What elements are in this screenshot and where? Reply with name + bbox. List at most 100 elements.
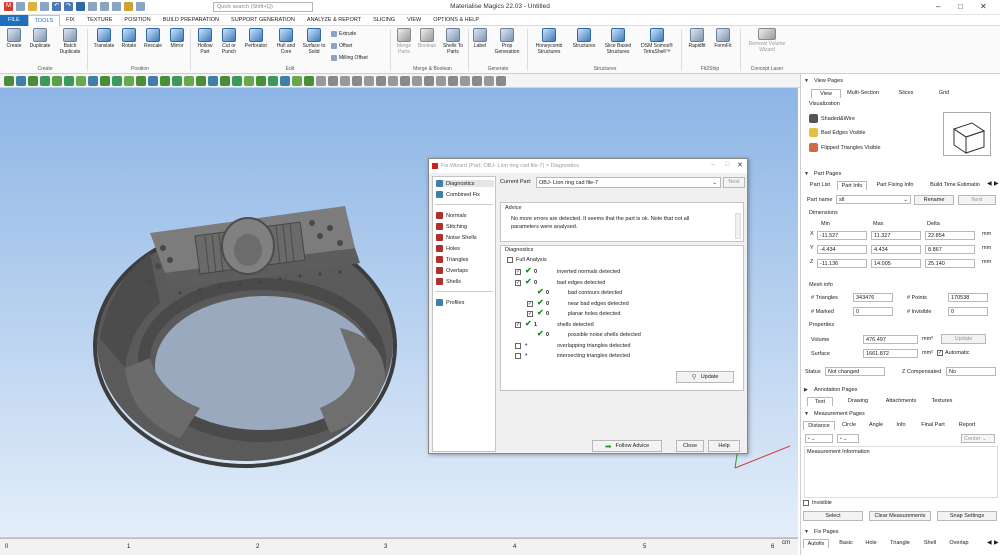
tab-text[interactable]: Text <box>807 397 833 406</box>
vis-bad-edges[interactable]: Bad Edges Visible <box>809 128 866 137</box>
current-part-select[interactable]: OBJ- Lion ring cad file-7 ⌄ <box>536 177 721 188</box>
menu-support-generation[interactable]: SUPPORT GENERATION <box>225 15 301 26</box>
diagnostic-checkbox[interactable] <box>515 342 521 349</box>
mark-shell-icon[interactable] <box>64 75 74 86</box>
tab-drawing[interactable]: Drawing <box>841 397 875 406</box>
select-part-icon[interactable] <box>4 75 14 86</box>
label-button[interactable]: Label <box>470 28 490 49</box>
rename-button[interactable]: Rename <box>914 195 954 205</box>
mark-holes-icon[interactable] <box>196 75 206 86</box>
duplicate-button[interactable]: Duplicate <box>26 28 54 49</box>
diagnostic-checkbox[interactable]: ✓ <box>515 321 521 328</box>
info-icon[interactable] <box>244 75 254 86</box>
menu-texture[interactable]: TEXTURE <box>81 15 119 26</box>
diagnostic-checkbox[interactable]: ✓ <box>515 279 521 286</box>
mark-planes-icon[interactable] <box>220 75 230 86</box>
tab-view[interactable]: View <box>811 89 841 98</box>
clear-measurements-button[interactable]: Clear Measurements <box>869 511 931 521</box>
diagnostic-checkbox[interactable]: ✓ <box>515 269 521 275</box>
slice-based-structures-button[interactable]: Slice Based Structures <box>601 28 635 55</box>
tab-scroll-right-icon[interactable]: ▶ <box>994 539 999 546</box>
vis-flipped-triangles[interactable]: Flipped Triangles Visible <box>809 143 881 152</box>
translate-button[interactable]: Translate <box>90 28 118 49</box>
mark-overlapping-icon[interactable] <box>160 75 170 86</box>
mark-connected-icon[interactable] <box>136 75 146 86</box>
tetrashell-button[interactable]: DSM Somos® TetraShell™ <box>636 28 678 55</box>
mark-contour-icon[interactable] <box>76 75 86 86</box>
tab-circle[interactable]: Circle <box>837 421 861 430</box>
tab-hole[interactable]: Hole <box>861 539 881 548</box>
wireframe-icon[interactable] <box>484 75 494 86</box>
mark-bad-edges-icon[interactable] <box>184 75 194 86</box>
nav-holes[interactable]: Holes <box>436 245 460 252</box>
select-button[interactable]: Select <box>803 511 863 521</box>
tab-grid[interactable]: Grid <box>929 89 959 98</box>
hollow-part-button[interactable]: Hollow Part <box>193 28 217 55</box>
mark-surface-icon[interactable] <box>52 75 62 86</box>
shaded-icon[interactable] <box>496 75 506 86</box>
menu-tools[interactable]: TOOLS <box>27 14 61 26</box>
diagnostic-checkbox[interactable]: ✓ <box>527 300 533 307</box>
batch-duplicate-button[interactable]: Batch Duplicate <box>55 28 85 55</box>
menu-options-help[interactable]: OPTIONS & HELP <box>427 15 485 26</box>
offset-button[interactable]: Offset <box>331 43 352 49</box>
nav-overlaps[interactable]: Overlaps <box>436 267 468 274</box>
rotate-button[interactable]: Rotate <box>118 28 140 49</box>
view-iso3-icon[interactable] <box>412 75 422 86</box>
tab-multi-section[interactable]: Multi-Section <box>843 89 883 98</box>
tab-scroll-right-icon[interactable]: ▶ <box>994 180 999 187</box>
mark-noise-icon[interactable] <box>208 75 218 86</box>
nav-noise-shells[interactable]: Noise Shells <box>436 234 477 241</box>
mark-sphere-icon[interactable] <box>280 75 290 86</box>
perspective-icon[interactable] <box>472 75 482 86</box>
measure-type-select[interactable]: • ⌄ <box>805 434 833 443</box>
mark-polyline-icon[interactable] <box>304 75 314 86</box>
menu-analyze-report[interactable]: ANALYZE & REPORT <box>301 15 367 26</box>
unmark-icon[interactable] <box>88 75 98 86</box>
fix-pages-header[interactable]: Fix Pages <box>801 527 1000 537</box>
honeycomb-structures-button[interactable]: Honeycomb Structures <box>531 28 567 55</box>
mark-box-icon[interactable] <box>256 75 266 86</box>
maximize-button[interactable]: □ <box>958 2 963 11</box>
tab-scroll-left-icon[interactable]: ◀ <box>987 180 992 187</box>
zoom-selection-icon[interactable] <box>448 75 458 86</box>
shells-to-parts-button[interactable]: Shells To Parts <box>440 28 466 55</box>
dialog-close-icon[interactable]: ✕ <box>737 161 743 169</box>
menu-view[interactable]: VIEW <box>401 15 427 26</box>
shrink-marking-icon[interactable] <box>124 75 134 86</box>
view-top-icon[interactable] <box>364 75 374 86</box>
tab-autofix[interactable]: Autofix <box>803 539 829 548</box>
menu-slicing[interactable]: SLICING <box>367 15 401 26</box>
nav-normals[interactable]: Normals <box>436 212 466 219</box>
tab-final-part[interactable]: Final Part <box>915 421 951 430</box>
view-back-icon[interactable] <box>328 75 338 86</box>
nav-combined-fix[interactable]: Combined Fix <box>436 191 480 198</box>
nav-shells[interactable]: Shells <box>436 278 461 285</box>
menu-build-preparation[interactable]: BUILD PREPARATION <box>157 15 225 26</box>
diagnostic-checkbox[interactable]: ✓ <box>527 311 533 317</box>
create-button[interactable]: Create <box>3 28 25 49</box>
help-button[interactable]: Help <box>708 440 740 452</box>
part-pages-header[interactable]: Part Pages <box>801 169 1000 179</box>
view-cube-icon[interactable] <box>943 112 991 156</box>
rapidfit-button[interactable]: Rapidfit <box>684 28 710 49</box>
tab-part-fixing-info[interactable]: Part Fixing Info <box>871 181 919 190</box>
part-name-select[interactable]: stl ⌄ <box>836 195 911 204</box>
structures-button[interactable]: Structures <box>568 28 600 49</box>
volume-update-button[interactable]: Update <box>941 334 986 344</box>
tab-basic[interactable]: Basic <box>835 539 857 548</box>
close-button[interactable]: Close <box>676 440 704 452</box>
measure-mode-select[interactable]: • ⌄ <box>837 434 859 443</box>
menu-file[interactable]: FILE <box>0 14 28 26</box>
full-analysis-checkbox[interactable]: Full Analysis <box>507 257 547 263</box>
automatic-checkbox[interactable]: ✓ Automatic <box>937 350 969 356</box>
tab-report[interactable]: Report <box>953 421 981 430</box>
mark-window-icon[interactable] <box>268 75 278 86</box>
annotation-pages-header[interactable]: Annotation Pages <box>801 385 1000 395</box>
tab-shell[interactable]: Shell <box>919 539 941 548</box>
hull-core-button[interactable]: Hull and Core <box>272 28 300 55</box>
mark-intersecting-icon[interactable] <box>148 75 158 86</box>
view-iso2-icon[interactable] <box>400 75 410 86</box>
invert-marking-icon[interactable] <box>100 75 110 86</box>
part-next-button[interactable]: Next <box>958 195 996 205</box>
